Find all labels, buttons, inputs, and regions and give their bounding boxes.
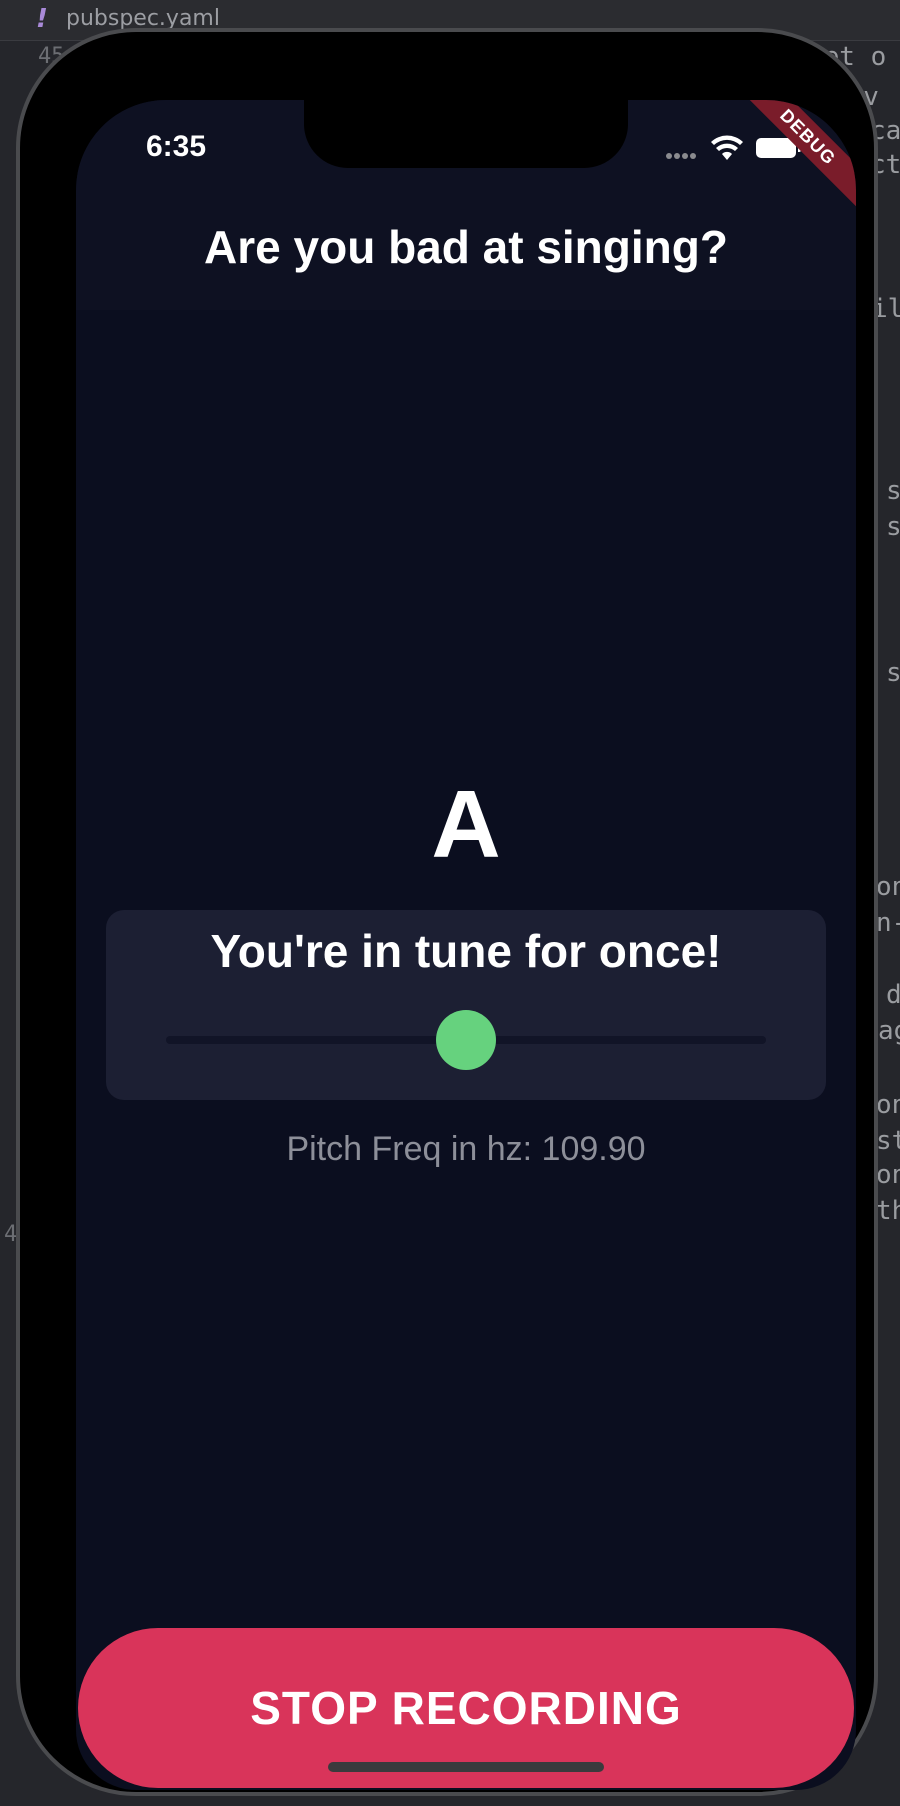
code-fragment: on: [876, 1090, 900, 1120]
tuning-meter-indicator: [436, 1010, 496, 1070]
tuning-message: You're in tune for once!: [210, 925, 722, 977]
code-fragment: s: [886, 512, 900, 542]
code-fragment: ag: [878, 1016, 900, 1046]
code-fragment: on: [876, 1160, 900, 1190]
status-time: 6:35: [146, 130, 207, 163]
wifi-icon: [711, 135, 743, 160]
app-screen: 6:35 DEBUG Are you bad at singing? A You…: [76, 100, 856, 1790]
code-fragment: th: [876, 1196, 900, 1226]
code-fragment: s: [886, 476, 900, 506]
pitch-frequency: Pitch Freq in hz: 109.90: [286, 1130, 646, 1168]
code-fragment: s: [886, 658, 900, 688]
page-title: Are you bad at singing?: [204, 221, 728, 273]
yaml-file-icon: !: [36, 4, 48, 34]
phone-frame: 6:35 DEBUG Are you bad at singing? A You…: [16, 28, 878, 1796]
home-indicator: [328, 1762, 604, 1772]
code-fragment: on: [876, 872, 900, 902]
code-fragment: st: [876, 1126, 900, 1156]
code-fragment: d: [886, 980, 900, 1010]
notch: [304, 100, 628, 168]
detected-note: A: [431, 771, 501, 878]
tuning-card: You're in tune for once!: [106, 910, 826, 1100]
code-fragment: n-: [876, 908, 900, 938]
signal-icon: [666, 146, 700, 159]
